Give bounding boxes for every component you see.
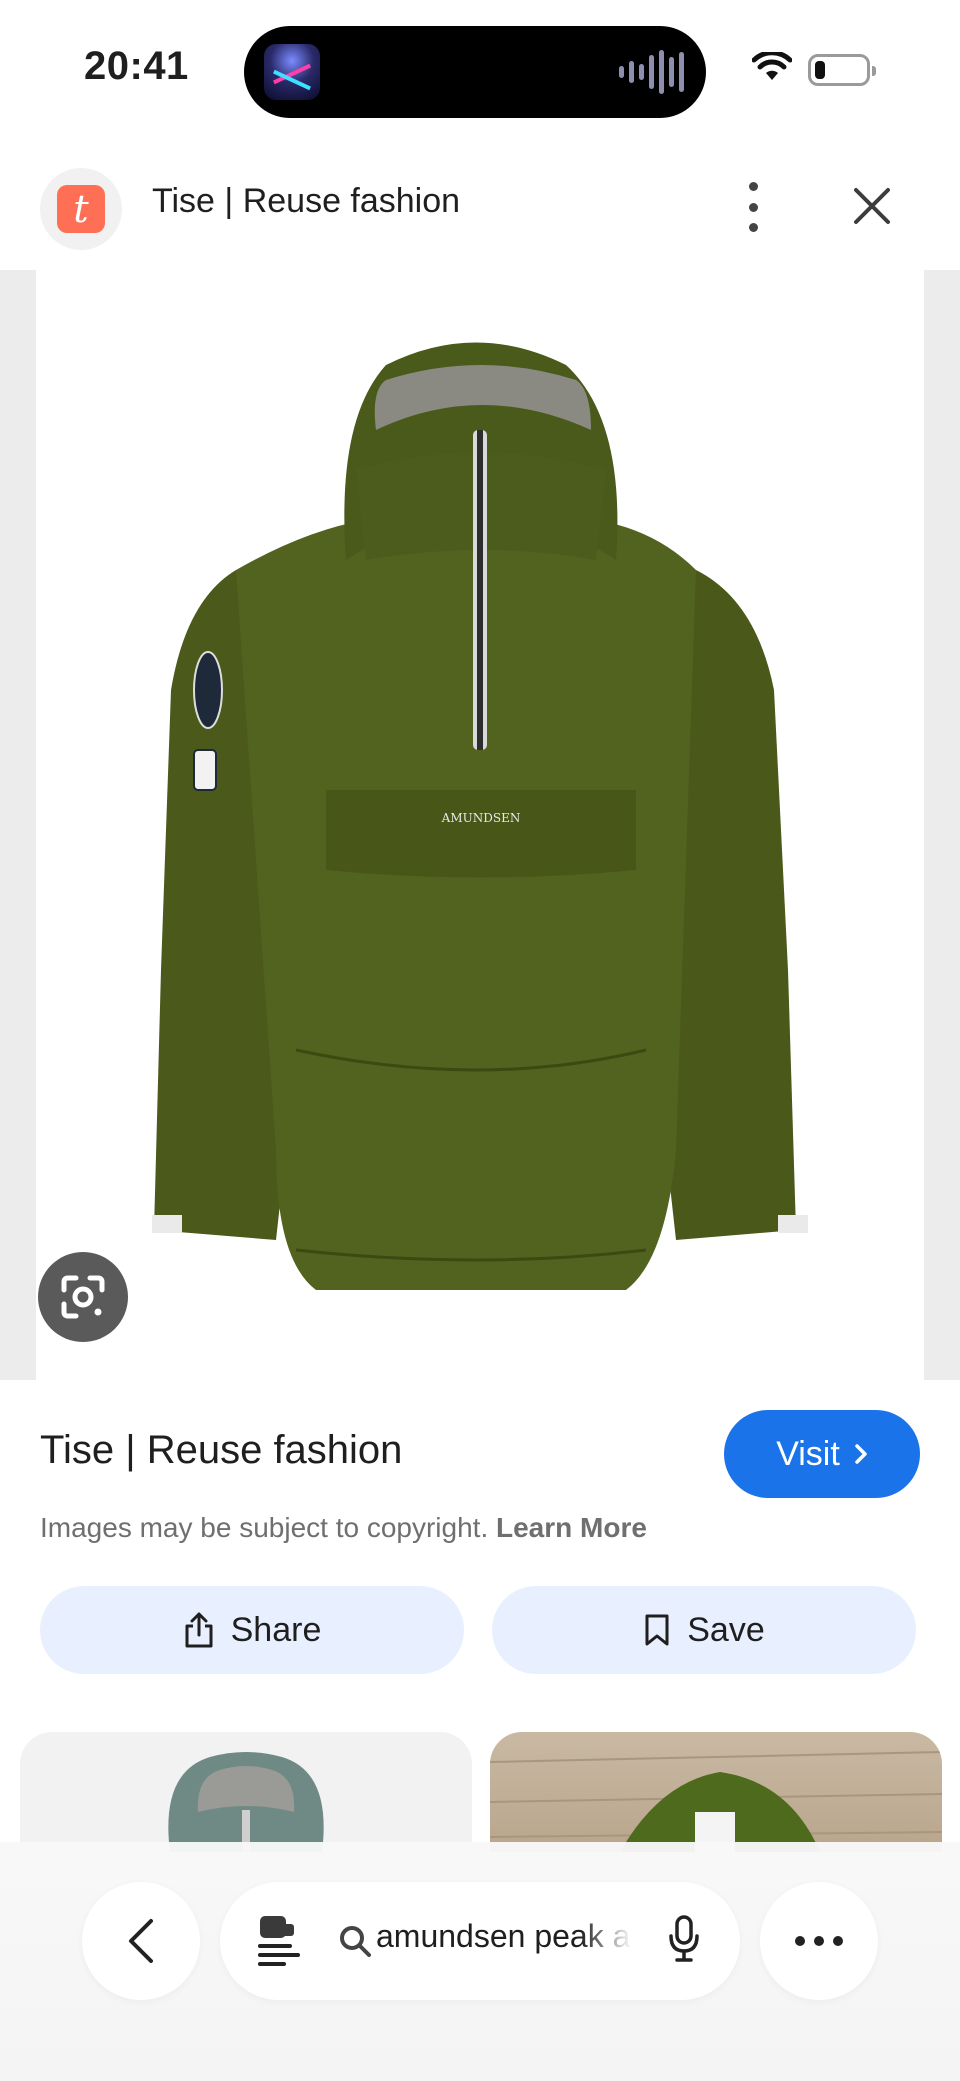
battery-icon [808,54,876,86]
wifi-icon [752,52,792,80]
image-preview-frame: AMUNDSEN [0,270,960,1380]
product-image[interactable]: AMUNDSEN [36,270,924,1380]
visit-button[interactable]: Visit [724,1410,920,1498]
related-result-thumbnail[interactable] [20,1732,472,1852]
visit-label: Visit [776,1434,840,1473]
close-icon[interactable] [850,184,894,228]
share-icon [185,1612,213,1648]
site-favicon: t [40,168,122,250]
audio-waveform-icon [619,48,684,96]
brand-logo-text: AMUNDSEN [441,811,521,825]
jacket-illustration: AMUNDSEN [152,342,808,1290]
more-options-button[interactable] [760,1882,878,2000]
search-query-text[interactable]: amundsen peak a [376,1918,632,1964]
chevron-right-icon [855,1444,867,1464]
share-label: Share [230,1610,322,1649]
now-playing-artwork [264,44,320,100]
status-time: 20:41 [84,44,189,88]
bookmark-icon [645,1614,669,1646]
chevron-left-icon [129,1919,153,1963]
bottom-toolbar: amundsen peak a [0,1842,960,2081]
save-button[interactable]: Save [492,1586,916,1674]
related-result-thumbnail[interactable] [490,1732,942,1852]
search-icon [340,1926,371,1957]
back-button[interactable] [82,1882,200,2000]
viewer-header: t Tise | Reuse fashion [0,160,960,270]
more-horiz-icon [795,1936,843,1946]
share-button[interactable]: Share [40,1586,464,1674]
tise-logo-icon: t [57,185,105,233]
status-bar: 20:41 [0,0,960,140]
header-title[interactable]: Tise | Reuse fashion [152,182,460,221]
copyright-text: Images may be subject to copyright. [40,1512,489,1543]
related-jacket-photo [490,1751,942,1852]
dynamic-island[interactable] [244,26,706,118]
search-bar[interactable]: amundsen peak a [220,1882,740,2000]
related-jacket-image [168,1752,324,1852]
google-lens-icon [61,1275,105,1319]
result-title[interactable]: Tise | Reuse fashion [40,1428,402,1473]
tab-groups-icon[interactable] [256,1912,302,1970]
learn-more-link[interactable]: Learn More [496,1512,647,1543]
microphone-icon[interactable] [668,1914,700,1964]
save-label: Save [687,1610,765,1649]
copyright-notice: Images may be subject to copyright. Lear… [40,1512,647,1544]
more-vert-icon[interactable] [738,182,768,232]
google-lens-button[interactable] [38,1252,128,1342]
